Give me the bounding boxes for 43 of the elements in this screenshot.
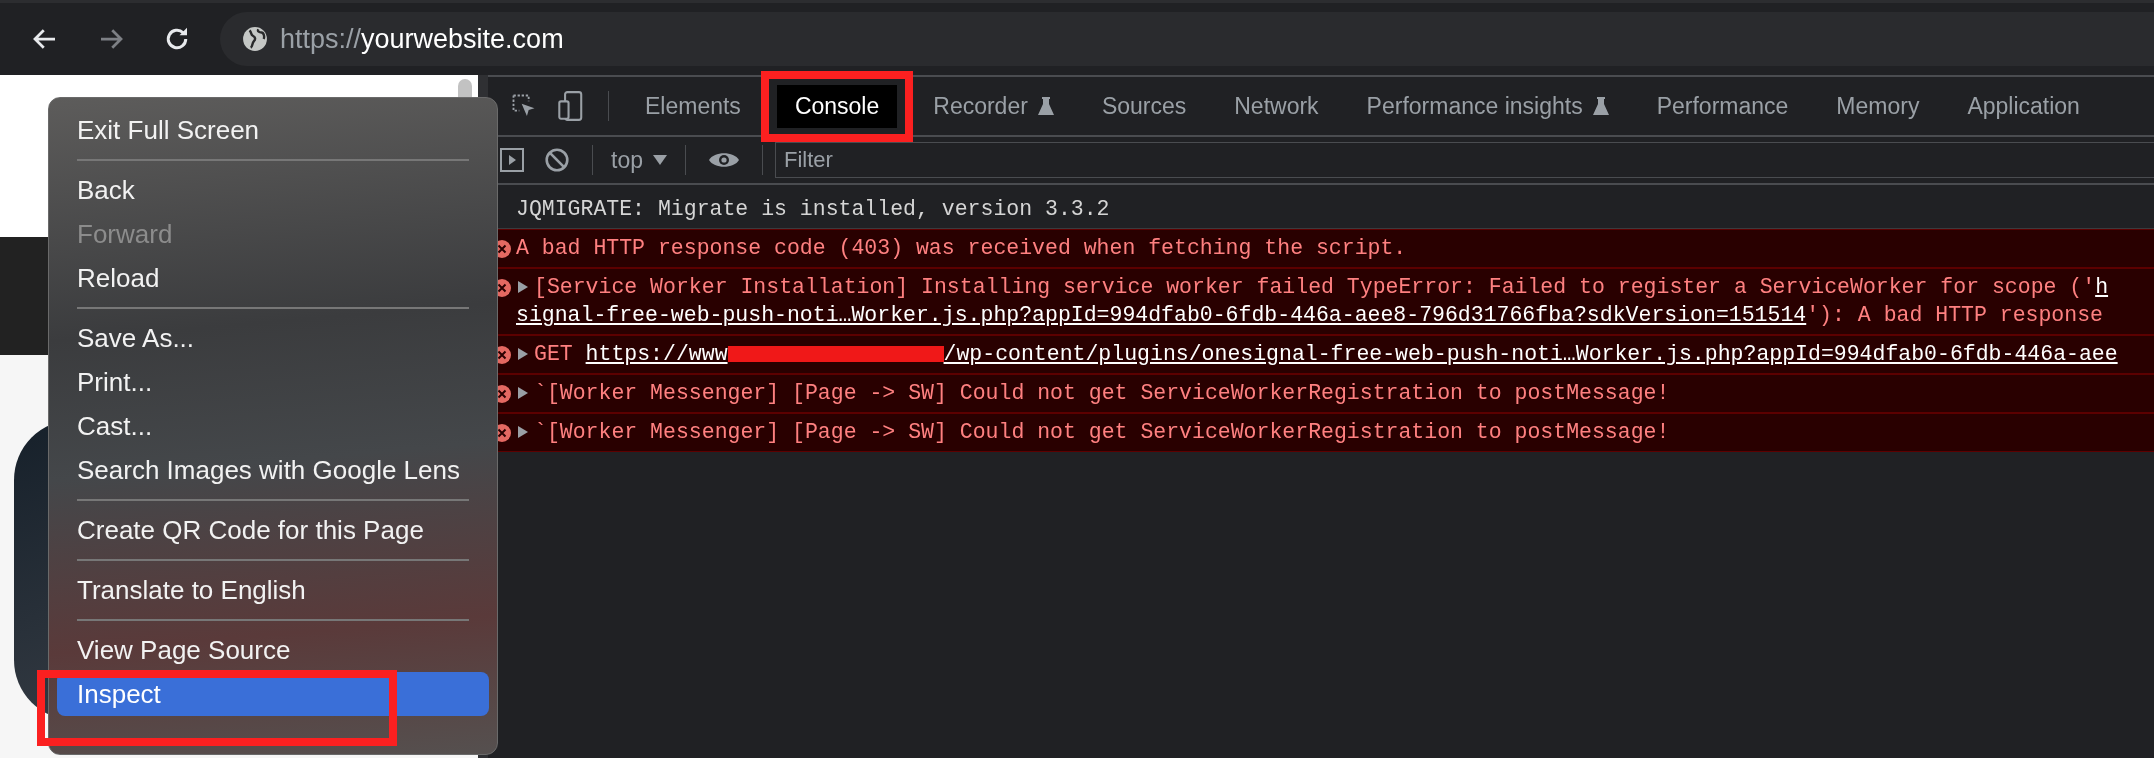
devtools-tab[interactable]: Console xyxy=(776,84,898,128)
url-link[interactable]: h xyxy=(2095,275,2109,299)
devtools-tab[interactable]: Memory xyxy=(1812,84,1944,128)
address-bar[interactable]: https://yourwebsite.com xyxy=(220,12,2154,66)
message-text: '): A bad HTTP response xyxy=(1806,303,2103,327)
message-text: A bad HTTP response code (403) was received when fetching the script. xyxy=(516,236,1407,260)
context-dropdown[interactable]: top xyxy=(605,146,673,174)
message-text: `[Worker Messenger] [Page -> SW] Could not get ServiceWorkerRegistration to postMessage! xyxy=(534,420,1670,444)
url-link[interactable]: signal-free-web-push-noti…Worker.js.php?appId=994dfab0-6fdb-446a-aee8-796d31766fba?sdkVersion=151514 xyxy=(516,303,1807,327)
caret-icon xyxy=(653,155,667,165)
menu-item[interactable]: Create QR Code for this Page xyxy=(57,508,489,552)
menu-item[interactable]: Back xyxy=(57,168,489,212)
message-text: `[Worker Messenger] [Page -> SW] Could not get ServiceWorkerRegistration to postMessage! xyxy=(534,381,1670,405)
expand-triangle-icon[interactable] xyxy=(518,281,528,293)
devtools-tab[interactable]: Network xyxy=(1210,84,1343,128)
devtools-tab[interactable]: Performance insights xyxy=(1342,84,1633,128)
devtools-tab[interactable]: Performance xyxy=(1632,84,1813,128)
expand-triangle-icon[interactable] xyxy=(518,387,528,399)
sidebar-toggle-icon[interactable] xyxy=(500,148,524,172)
message-text: GET xyxy=(534,342,574,366)
menu-item[interactable]: Search Images with Google Lens xyxy=(57,448,489,492)
devtools-tab[interactable]: Application xyxy=(1943,84,2104,128)
expand-triangle-icon[interactable] xyxy=(518,348,528,360)
message-text: JQMIGRATE: Migrate is installed, version 3.3.2 xyxy=(516,197,1110,221)
globe-icon xyxy=(242,26,268,52)
menu-item[interactable]: Exit Full Screen xyxy=(57,108,489,152)
flask-icon xyxy=(1592,96,1609,116)
message-text: [Service Worker Installation] Installing service worker failed TypeError: Failed to register a ServiceWorker for scope (' xyxy=(534,275,2096,299)
devtools-tab[interactable]: Sources xyxy=(1077,84,1211,128)
devtools-tab[interactable]: Elements xyxy=(621,84,765,128)
menu-item[interactable]: Reload xyxy=(57,256,489,300)
filter-field[interactable]: Filter xyxy=(775,142,2154,178)
url-link[interactable]: /wp-content/plugins/onesignal-free-web-push-noti…Worker.js.php?appId=994dfab0-6fdb-446a-aee xyxy=(943,342,2118,366)
menu-item[interactable]: View Page Source xyxy=(57,628,489,672)
menu-item[interactable]: Save As... xyxy=(57,316,489,360)
flask-icon xyxy=(1037,96,1054,116)
expand-triangle-icon[interactable] xyxy=(518,426,528,438)
menu-item[interactable]: Print... xyxy=(57,360,489,404)
url-link[interactable]: https://www xyxy=(585,342,728,366)
clear-icon[interactable] xyxy=(544,147,570,173)
devtools-tab[interactable]: Recorder xyxy=(909,84,1078,128)
menu-item[interactable]: Cast... xyxy=(57,404,489,448)
menu-item[interactable]: Translate to English xyxy=(57,568,489,612)
